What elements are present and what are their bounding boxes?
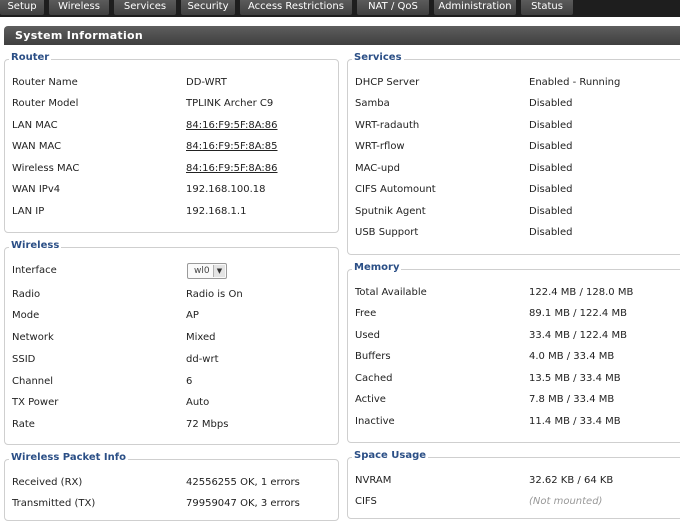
radio-value: Radio is On bbox=[186, 289, 243, 300]
total-available-value: 122.4 MB / 128.0 MB bbox=[529, 287, 634, 298]
active-label: Active bbox=[355, 394, 386, 405]
router-model-value: TPLINK Archer C9 bbox=[186, 98, 274, 109]
interface-label: Interface bbox=[12, 265, 57, 276]
tab-services[interactable]: Services bbox=[114, 0, 176, 15]
wan-mac-link[interactable]: 84:16:F9:5F:8A:85 bbox=[186, 141, 278, 152]
tab-status[interactable]: Status bbox=[521, 0, 573, 15]
network-value: Mixed bbox=[186, 332, 216, 343]
section-header: System Information bbox=[4, 26, 680, 45]
used-value: 33.4 MB / 122.4 MB bbox=[529, 330, 627, 341]
usb-support-label: USB Support bbox=[355, 227, 419, 238]
radio-label: Radio bbox=[12, 289, 41, 300]
sputnik-agent-label: Sputnik Agent bbox=[355, 206, 426, 217]
samba-value: Disabled bbox=[529, 98, 573, 109]
rx-value: 42556255 OK, 1 errors bbox=[186, 477, 300, 488]
space-usage-panel: Space Usage NVRAM 32.62 KB / 64 KB CIFS … bbox=[347, 450, 680, 519]
router-name-label: Router Name bbox=[12, 77, 78, 88]
cifs-automount-value: Disabled bbox=[529, 184, 573, 195]
lan-ip-value: 192.168.1.1 bbox=[186, 206, 247, 217]
tab-security[interactable]: Security bbox=[181, 0, 235, 15]
section-title: System Information bbox=[15, 29, 144, 42]
interface-select-value: wl0 bbox=[194, 266, 210, 276]
samba-label: Samba bbox=[355, 98, 390, 109]
router-legend: Router bbox=[9, 52, 52, 63]
ssid-value: dd-wrt bbox=[186, 354, 219, 365]
rx-label: Received (RX) bbox=[12, 477, 83, 488]
mode-label: Mode bbox=[12, 310, 40, 321]
rate-label: Rate bbox=[12, 419, 35, 430]
sputnik-agent-value: Disabled bbox=[529, 206, 573, 217]
space-usage-legend: Space Usage bbox=[352, 450, 429, 461]
lan-mac-link[interactable]: 84:16:F9:5F:8A:86 bbox=[186, 120, 278, 131]
lan-mac-label: LAN MAC bbox=[12, 120, 58, 131]
tab-wireless[interactable]: Wireless bbox=[49, 0, 109, 15]
tab-nat-qos[interactable]: NAT / QoS bbox=[357, 0, 429, 15]
free-value: 89.1 MB / 122.4 MB bbox=[529, 308, 627, 319]
nvram-label: NVRAM bbox=[355, 475, 392, 486]
channel-value: 6 bbox=[186, 376, 193, 387]
cached-value: 13.5 MB / 33.4 MB bbox=[529, 373, 621, 384]
cifs-value: (Not mounted) bbox=[529, 496, 603, 507]
tab-administration[interactable]: Administration bbox=[434, 0, 516, 15]
cifs-label: CIFS bbox=[355, 496, 377, 507]
wan-mac-label: WAN MAC bbox=[12, 141, 62, 152]
chevron-down-icon: ▼ bbox=[213, 265, 225, 277]
channel-label: Channel bbox=[12, 376, 54, 387]
cifs-automount-label: CIFS Automount bbox=[355, 184, 436, 195]
wireless-mac-label: Wireless MAC bbox=[12, 163, 80, 174]
tab-access-restrictions[interactable]: Access Restrictions bbox=[240, 0, 352, 15]
packet-info-panel: Wireless Packet Info Received (RX) 42556… bbox=[4, 452, 339, 521]
network-label: Network bbox=[12, 332, 54, 343]
tab-setup[interactable]: Setup bbox=[0, 0, 44, 15]
wrt-radauth-value: Disabled bbox=[529, 120, 573, 131]
services-panel: Services DHCP Server Enabled - Running S… bbox=[347, 52, 680, 255]
mac-upd-label: MAC-upd bbox=[355, 163, 400, 174]
inactive-label: Inactive bbox=[355, 416, 395, 427]
wrt-rflow-value: Disabled bbox=[529, 141, 573, 152]
buffers-label: Buffers bbox=[355, 351, 391, 362]
usb-support-value: Disabled bbox=[529, 227, 573, 238]
wan-ipv4-label: WAN IPv4 bbox=[12, 184, 61, 195]
router-panel: Router Router Name DD-WRT Router Model T… bbox=[4, 52, 339, 233]
buffers-value: 4.0 MB / 33.4 MB bbox=[529, 351, 615, 362]
nvram-value: 32.62 KB / 64 KB bbox=[529, 475, 614, 486]
used-label: Used bbox=[355, 330, 381, 341]
interface-select[interactable]: wl0 ▼ bbox=[187, 263, 227, 279]
total-available-label: Total Available bbox=[355, 287, 427, 298]
router-name-value: DD-WRT bbox=[186, 77, 227, 88]
ssid-label: SSID bbox=[12, 354, 36, 365]
wireless-legend: Wireless bbox=[9, 240, 62, 251]
memory-legend: Memory bbox=[352, 262, 402, 273]
rate-value: 72 Mbps bbox=[186, 419, 229, 430]
cached-label: Cached bbox=[355, 373, 393, 384]
tx-power-value: Auto bbox=[186, 397, 210, 408]
router-model-label: Router Model bbox=[12, 98, 79, 109]
services-legend: Services bbox=[352, 52, 404, 63]
mac-upd-value: Disabled bbox=[529, 163, 573, 174]
tx-power-label: TX Power bbox=[12, 397, 59, 408]
free-label: Free bbox=[355, 308, 377, 319]
memory-panel: Memory Total Available 122.4 MB / 128.0 … bbox=[347, 262, 680, 443]
top-nav: Setup Wireless Services Security Access … bbox=[0, 0, 680, 17]
dhcp-server-value: Enabled - Running bbox=[529, 77, 621, 88]
lan-ip-label: LAN IP bbox=[12, 206, 45, 217]
wrt-radauth-label: WRT-radauth bbox=[355, 120, 420, 131]
packet-info-legend: Wireless Packet Info bbox=[9, 452, 128, 463]
wireless-panel: Wireless Interface wl0 ▼ Radio Radio is … bbox=[4, 240, 339, 445]
wireless-mac-link[interactable]: 84:16:F9:5F:8A:86 bbox=[186, 163, 278, 174]
wrt-rflow-label: WRT-rflow bbox=[355, 141, 405, 152]
wan-ipv4-value: 192.168.100.18 bbox=[186, 184, 266, 195]
inactive-value: 11.4 MB / 33.4 MB bbox=[529, 416, 621, 427]
dhcp-server-label: DHCP Server bbox=[355, 77, 420, 88]
active-value: 7.8 MB / 33.4 MB bbox=[529, 394, 615, 405]
mode-value: AP bbox=[186, 310, 199, 321]
